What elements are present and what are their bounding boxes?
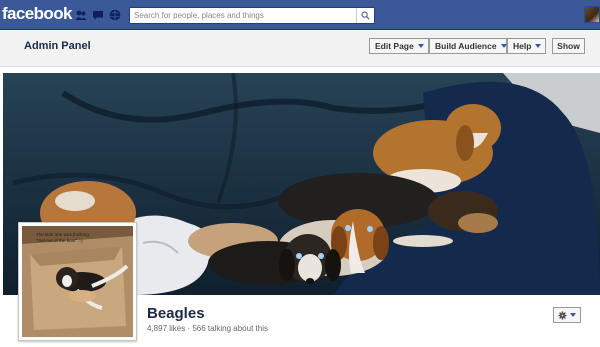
notifications-icon[interactable] <box>109 9 121 21</box>
chevron-down-icon <box>417 44 424 48</box>
search-button[interactable] <box>356 8 374 23</box>
photo-caption-line-2: "Get out of the box!" :-) <box>36 238 83 243</box>
chevron-down-icon <box>535 44 542 48</box>
user-avatar[interactable] <box>584 6 600 23</box>
messages-icon[interactable] <box>92 9 104 21</box>
edit-page-label: Edit Page <box>375 41 414 51</box>
admin-bar: Admin Panel Edit Page Build Audience Hel… <box>0 31 600 67</box>
chevron-down-icon <box>570 313 576 317</box>
show-button[interactable]: Show <box>552 38 585 54</box>
photo-caption-line-1: The little one was thinking <box>36 232 89 237</box>
page-stats: 4,897 likes · 566 talking about this <box>147 324 268 333</box>
search-icon <box>361 11 370 20</box>
chevron-down-icon <box>500 44 507 48</box>
build-audience-label: Build Audience <box>435 41 497 51</box>
help-label: Help <box>513 41 532 51</box>
build-audience-button[interactable]: Build Audience <box>429 38 507 54</box>
top-navigation-bar: facebook <box>0 0 600 30</box>
page-title[interactable]: Beagles <box>147 305 205 322</box>
show-label: Show <box>557 41 580 51</box>
facebook-logo[interactable]: facebook <box>2 4 72 24</box>
page-settings-button[interactable] <box>553 307 581 323</box>
admin-panel-title: Admin Panel <box>24 40 91 52</box>
search-field[interactable] <box>129 7 375 24</box>
friend-requests-icon[interactable] <box>75 9 87 21</box>
search-input[interactable] <box>130 8 356 23</box>
edit-page-button[interactable]: Edit Page <box>369 38 429 54</box>
help-button[interactable]: Help <box>507 38 546 54</box>
profile-picture[interactable]: The little one was thinking "Get out of … <box>18 222 137 341</box>
gear-icon <box>558 310 567 320</box>
